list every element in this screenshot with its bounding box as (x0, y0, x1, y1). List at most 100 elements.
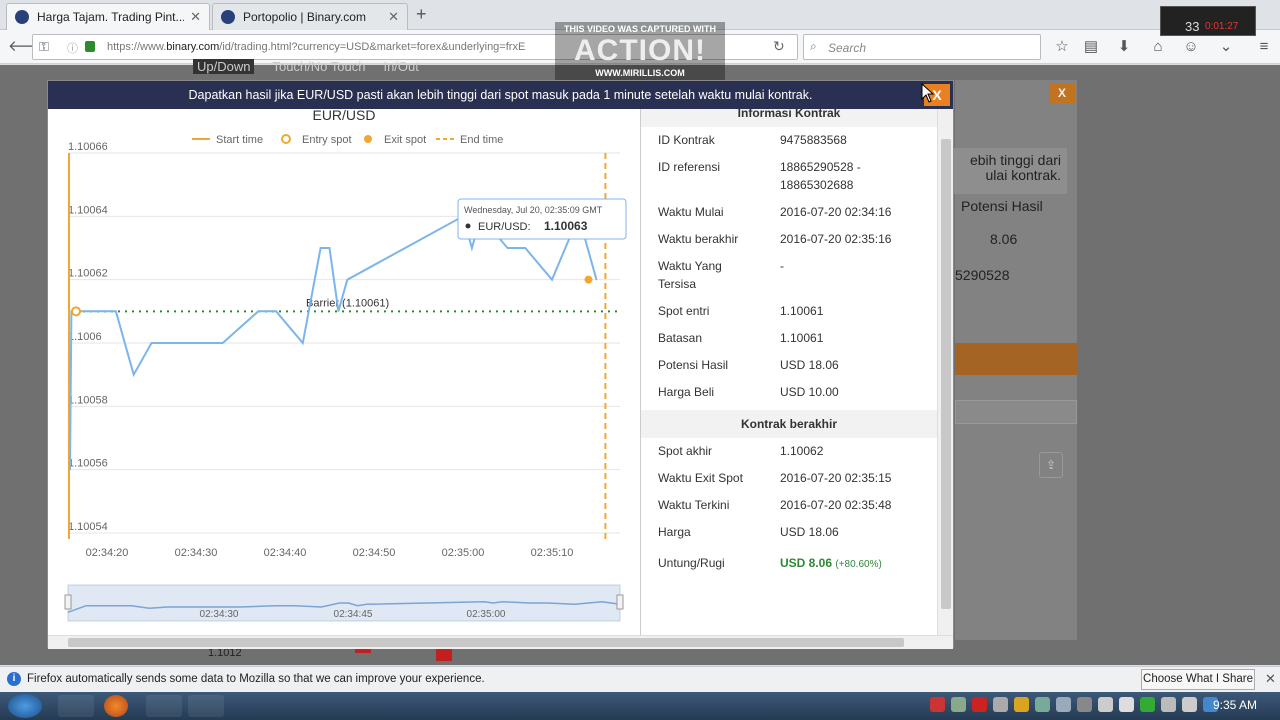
scroll-thumb[interactable] (68, 638, 904, 647)
data-point (222, 342, 224, 344)
watermark-line1: THIS VIDEO WAS CAPTURED WITH (563, 24, 716, 34)
volume-icon[interactable] (1098, 697, 1113, 712)
recorder-app-icon[interactable] (188, 695, 224, 717)
taskbar: 9:35 AM (0, 692, 1280, 720)
tooltip-value: 1.10063 (544, 219, 588, 233)
info-value: - (780, 259, 784, 273)
binary-favicon-icon (221, 10, 235, 24)
data-point (133, 374, 135, 376)
back-icon[interactable]: 🡐 (8, 37, 48, 57)
y-tick-label: 1.10066 (68, 141, 108, 153)
bg-input (955, 400, 1077, 424)
bg-tab-updown[interactable]: Up/Down (193, 59, 255, 74)
close-tab-icon[interactable]: ✕ (388, 9, 399, 25)
close-icon[interactable]: ✕ (1265, 671, 1276, 687)
start-button[interactable] (8, 694, 42, 718)
info-label: Waktu berakhir (658, 232, 739, 246)
tray-app-icon[interactable] (972, 697, 987, 712)
legend-entry: Exit spot (384, 134, 426, 146)
background-right-panel: X ebih tinggi dari ulai kontrak. Potensi… (953, 80, 1077, 640)
info-label: Harga (658, 525, 691, 539)
tray-app-icon[interactable] (1182, 697, 1197, 712)
bg-tab-inout[interactable]: In/Out (383, 59, 418, 74)
reading-list-icon[interactable]: ▤ (1081, 37, 1101, 57)
data-point (337, 310, 339, 312)
new-tab-icon[interactable]: + (416, 4, 427, 25)
price-chart[interactable]: EUR/USD Start time Entry spot Exit spot End … (48, 107, 640, 635)
info-row: Waktu Exit Spot 2016-07-20 02:35:15 (641, 465, 937, 492)
info-label: Waktu Mulai (658, 205, 724, 219)
info-row: ID Kontrak 9475883568 (641, 127, 937, 154)
info-value: 1.10062 (780, 444, 824, 458)
data-point (551, 279, 553, 281)
tray-app-icon[interactable] (993, 697, 1008, 712)
close-tab-icon[interactable]: ✕ (190, 9, 201, 25)
profit-value: USD 8.06 (780, 556, 833, 570)
x-tick-label: 02:34:20 (86, 547, 129, 559)
url-prefix: https://www. (107, 41, 167, 53)
binary-favicon-icon (15, 10, 29, 24)
bg-description: ebih tinggi dari ulai kontrak. (953, 148, 1067, 194)
info-label: ID referensi (658, 160, 721, 174)
info-row: Harga Beli USD 10.00 (641, 379, 937, 406)
legend-entry: End time (460, 134, 503, 146)
reload-icon[interactable]: ↻ (773, 38, 785, 55)
background-tabs: Up/Down Touch/No Touch In/Out (193, 59, 419, 74)
contract-info-pane: Informasi Kontrak ID Kontrak 9475883568 ID… (640, 109, 937, 635)
share-icon[interactable]: ⇪ (1039, 452, 1063, 478)
bg-tab-touch[interactable]: Touch/No Touch (272, 59, 365, 74)
tray-app-icon[interactable] (1077, 697, 1092, 712)
tab-trading[interactable]: Harga Tajam. Trading Pint... ✕ (6, 3, 210, 30)
network-icon[interactable] (1119, 697, 1134, 712)
tray-app-icon[interactable] (1035, 697, 1050, 712)
y-tick-label: 1.10064 (68, 204, 108, 216)
tray-app-icon[interactable] (1014, 697, 1029, 712)
navigator-tick-label: 02:35:00 (467, 609, 506, 620)
tray-app-icon[interactable] (930, 697, 945, 712)
tab-title: Harga Tajam. Trading Pint... (37, 10, 185, 24)
data-point (524, 247, 526, 249)
tray-app-icon[interactable] (1056, 697, 1071, 712)
vertical-scrollbar[interactable] (937, 109, 953, 635)
ended-title: Kontrak berakhir (641, 410, 937, 438)
search-icon: ⌕ (810, 39, 817, 53)
info-title: Informasi Kontrak (641, 109, 937, 127)
tab-portfolio[interactable]: Portopolio | Binary.com ✕ (212, 3, 408, 30)
info-row: Batasan 1.10061 (641, 325, 937, 352)
bookmark-star-icon[interactable]: ☆ (1052, 37, 1072, 57)
info-label: Waktu Terkini (658, 498, 730, 512)
system-tray (930, 697, 1218, 715)
search-input[interactable]: ⌕ Search (803, 34, 1041, 60)
tray-app-icon[interactable] (1161, 697, 1176, 712)
horizontal-scrollbar[interactable] (48, 635, 953, 649)
data-point (506, 247, 509, 249)
profit-row: Untung/Rugi USD 8.06 (+80.60%) (641, 554, 937, 574)
menu-icon[interactable]: ≡ (1254, 37, 1274, 57)
navigator-handle-left (64, 594, 72, 610)
data-point (320, 247, 322, 249)
bg-close-button[interactable]: X (1049, 83, 1075, 103)
info-icon[interactable]: ⓘ (67, 40, 78, 56)
x-tick-label: 02:35:00 (442, 547, 485, 559)
firefox-icon[interactable] (104, 695, 128, 717)
info-value: 2016-07-20 02:35:15 (780, 471, 892, 485)
info-icon: i (7, 672, 21, 686)
chrome-icon[interactable] (146, 695, 182, 717)
info-value: 18865290528 - 18865302688 (780, 160, 861, 192)
file-explorer-icon[interactable] (58, 695, 94, 717)
info-value: 9475883568 (780, 133, 847, 147)
recorder-overlay: 33 0:01:27 (1160, 6, 1256, 36)
tray-app-icon[interactable] (1140, 697, 1155, 712)
home-icon[interactable]: ⌂ (1148, 37, 1168, 57)
choose-share-button[interactable]: Choose What I Share (1141, 669, 1255, 690)
scroll-thumb[interactable] (941, 139, 951, 609)
pocket-icon[interactable]: ⌄ (1216, 37, 1236, 57)
info-row: Harga USD 18.06 (641, 519, 937, 546)
chat-icon[interactable]: ☺ (1181, 37, 1201, 57)
modal-header: Dapatkan hasil jika EUR/USD pasti akan l… (48, 81, 953, 109)
key-icon: ⚿ (39, 39, 49, 54)
tray-app-icon[interactable] (951, 697, 966, 712)
download-icon[interactable]: ⬇ (1114, 37, 1134, 57)
x-tick-label: 02:34:40 (264, 547, 307, 559)
data-point (150, 342, 153, 344)
